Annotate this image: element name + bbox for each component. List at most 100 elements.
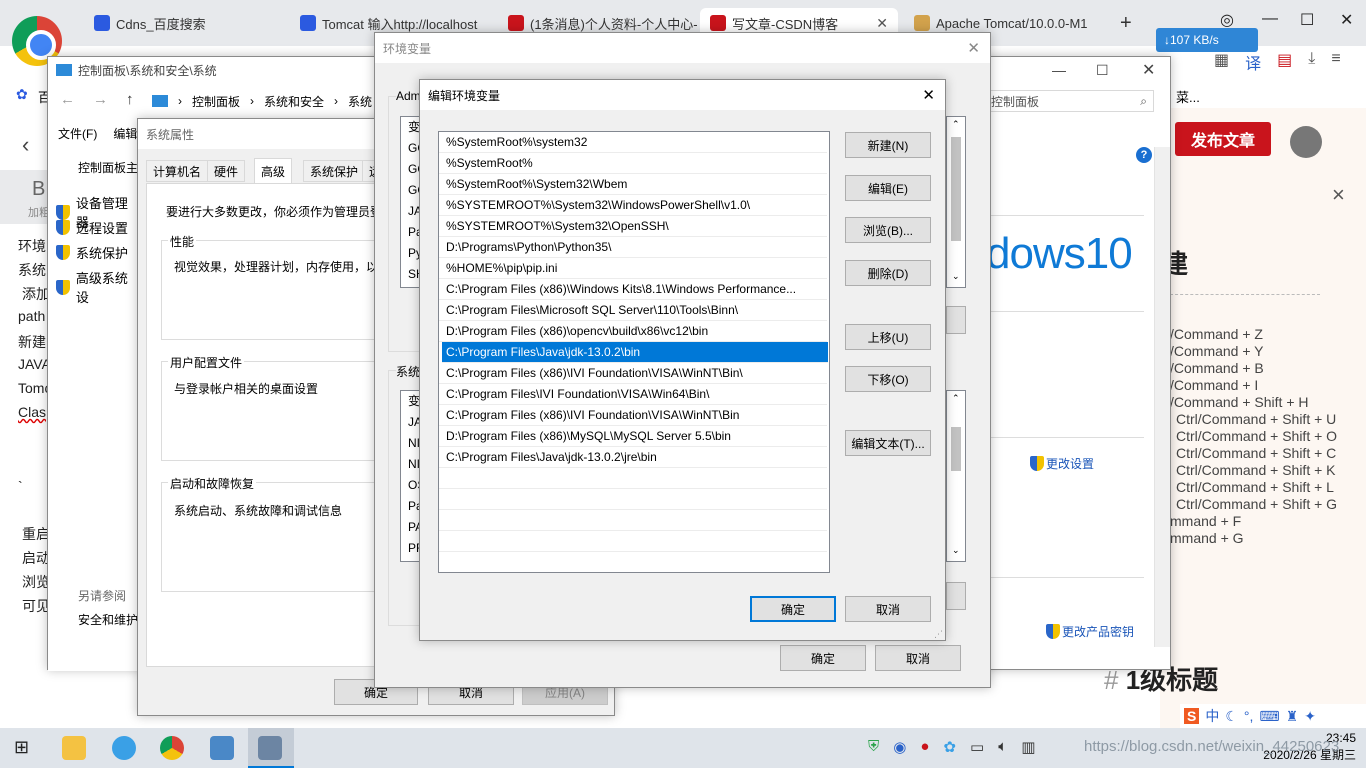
help-icon[interactable]: ?	[1136, 147, 1152, 163]
publish-button[interactable]: 发布文章	[1175, 122, 1271, 156]
netdisk-tray-icon[interactable]: ✿	[943, 738, 956, 756]
system-vars-list[interactable]: 变 JA NI NI OS Pa PA PR	[400, 390, 420, 562]
new-button[interactable]: 新建(N)	[845, 132, 931, 158]
close-tab-icon[interactable]: ✕	[876, 15, 888, 32]
scroll-down-icon[interactable]: ⌄	[952, 545, 960, 556]
path-row[interactable]: D:\Program Files (x86)\opencv\build\x86\…	[439, 321, 827, 342]
list-item[interactable]: Pa	[408, 496, 419, 517]
close-panel-icon[interactable]: ×	[1332, 182, 1345, 208]
path-row[interactable]: C:\Program Files\IVI Foundation\VISA\Win…	[439, 384, 827, 405]
active-app-slot[interactable]	[248, 728, 294, 768]
empty-path-row[interactable]	[439, 489, 827, 510]
list-item[interactable]: JA	[408, 412, 419, 433]
breadcrumb-item[interactable]: 系统	[348, 93, 372, 110]
sogou-icon[interactable]: S	[1184, 708, 1200, 724]
path-row[interactable]: C:\Program Files (x86)\IVI Foundation\VI…	[439, 363, 827, 384]
move-down-button[interactable]: 下移(O)	[845, 366, 931, 392]
list-item[interactable]: GO	[408, 180, 419, 201]
move-up-button[interactable]: 上移(U)	[845, 324, 931, 350]
ime-mode[interactable]: 中	[1205, 706, 1219, 726]
tray-app-icon[interactable]: ◉	[893, 738, 906, 756]
path-row[interactable]: %SYSTEMROOT%\System32\WindowsPowerShell\…	[439, 195, 827, 216]
security-maintenance-link[interactable]: 安全和维护	[78, 611, 138, 628]
path-row[interactable]: C:\Program Files\Java\jdk-13.0.2\bin	[442, 342, 828, 363]
close-icon[interactable]: ✕	[922, 86, 935, 104]
env-ok-button[interactable]: 确定	[780, 645, 866, 671]
env-cancel-button[interactable]: 取消	[875, 645, 961, 671]
path-row[interactable]: %HOME%\pip\pip.ini	[439, 258, 827, 279]
list-item[interactable]: SH	[408, 264, 419, 285]
list-item[interactable]: JA	[408, 201, 419, 222]
list-item[interactable]: GO	[408, 138, 419, 159]
up-arrow-icon[interactable]: ↑	[126, 91, 134, 108]
tray-app-icon-2[interactable]: ●	[920, 738, 929, 756]
close-icon[interactable]: ✕	[1340, 10, 1353, 30]
system-vars-scrollbar[interactable]: ⌃ ⌄	[946, 390, 966, 562]
punct-icon[interactable]: °,	[1244, 708, 1254, 724]
close-icon[interactable]: ✕	[1142, 60, 1155, 80]
baidu-bookmark-icon[interactable]: ✿	[16, 86, 28, 103]
path-row[interactable]: D:\Programs\Python\Python35\	[439, 237, 827, 258]
scroll-up-icon[interactable]: ⌃	[952, 393, 960, 404]
menu-edit[interactable]: 编辑	[113, 125, 137, 142]
path-row[interactable]: %SYSTEMROOT%\System32\OpenSSH\	[439, 216, 827, 237]
chrome-icon[interactable]	[160, 736, 184, 760]
list-item[interactable]: Pa	[408, 222, 419, 243]
list-item[interactable]: NI	[408, 433, 419, 454]
maximize-icon[interactable]: ☐	[1096, 62, 1109, 79]
list-item[interactable]: Py	[408, 243, 419, 264]
tab-computer-name[interactable]: 计算机名	[146, 160, 209, 182]
pdf-icon[interactable]: ▤	[1277, 50, 1292, 74]
tab-baidu[interactable]: Cdns_百度搜索	[84, 8, 284, 38]
user-vars-scrollbar[interactable]: ⌃ ⌄	[946, 116, 966, 288]
path-row[interactable]: C:\Program Files\Microsoft SQL Server\11…	[439, 300, 827, 321]
dialog-ok-button[interactable]: 确定	[750, 596, 836, 622]
control-panel-home-link[interactable]: 控制面板主	[78, 159, 138, 176]
list-item[interactable]: OS	[408, 475, 419, 496]
menu-icon[interactable]: ≡	[1331, 50, 1340, 74]
grid-icon[interactable]: ▦	[1214, 50, 1229, 74]
change-product-key-link[interactable]: 更改产品密钥	[1046, 623, 1134, 640]
edit-button[interactable]: 编辑(E)	[845, 175, 931, 201]
headset-icon[interactable]: ◎	[1220, 10, 1234, 30]
change-settings-link[interactable]: 更改设置	[1030, 455, 1094, 472]
bold-button[interactable]: B	[32, 178, 45, 201]
list-item[interactable]: GO	[408, 159, 419, 180]
delete-button[interactable]: 删除(D)	[845, 260, 931, 286]
scroll-up-icon[interactable]: ⌃	[952, 119, 960, 130]
shirt-icon[interactable]: ♜	[1286, 708, 1299, 725]
network-icon[interactable]: ▥	[1021, 738, 1035, 756]
avatar[interactable]	[1290, 126, 1322, 158]
back-arrow-icon[interactable]: ‹	[22, 132, 29, 158]
volume-icon[interactable]: 🔈︎	[998, 738, 1007, 756]
download-icon[interactable]: ⤓	[1308, 50, 1315, 74]
file-explorer-icon[interactable]	[62, 736, 86, 760]
bookmark-more[interactable]: 菜...	[1176, 87, 1200, 106]
list-item[interactable]: 变	[408, 391, 419, 412]
path-list[interactable]: %SystemRoot%\system32 %SystemRoot% %System…	[438, 131, 830, 573]
empty-path-row[interactable]	[439, 531, 827, 552]
breadcrumb-item[interactable]: 系统和安全	[264, 93, 324, 110]
sidebar-item-protection[interactable]: 系统保护	[56, 243, 128, 262]
forward-arrow-icon[interactable]: →	[93, 91, 108, 108]
path-row[interactable]: %SystemRoot%\system32	[439, 132, 827, 153]
scroll-thumb[interactable]	[951, 137, 961, 241]
user-vars-button[interactable]	[946, 306, 966, 334]
list-item[interactable]: PA	[408, 517, 419, 538]
sidebar-item-advanced[interactable]: 高级系统设	[56, 268, 140, 306]
minimize-icon[interactable]: —	[1052, 62, 1066, 78]
path-row[interactable]: C:\Program Files (x86)\IVI Foundation\VI…	[439, 405, 827, 426]
list-item[interactable]: PR	[408, 538, 419, 559]
list-item[interactable]: NI	[408, 454, 419, 475]
resize-grip-icon[interactable]: ⋰	[934, 629, 943, 640]
path-row[interactable]: %SystemRoot%	[439, 153, 827, 174]
user-vars-list[interactable]: 变 GO GO GO JA Pa Py SH	[400, 116, 420, 288]
windows-start-icon[interactable]: ⊞	[14, 737, 29, 758]
sidebar-item-remote[interactable]: 远程设置	[56, 218, 128, 237]
moon-icon[interactable]: ☾	[1225, 708, 1238, 725]
system-vars-button[interactable]	[946, 582, 966, 610]
path-row[interactable]: %SystemRoot%\System32\Wbem	[439, 174, 827, 195]
control-panel-icon[interactable]	[210, 736, 234, 760]
search-input[interactable]: 控制面板 ⌕	[984, 90, 1154, 112]
empty-path-row[interactable]	[439, 510, 827, 531]
